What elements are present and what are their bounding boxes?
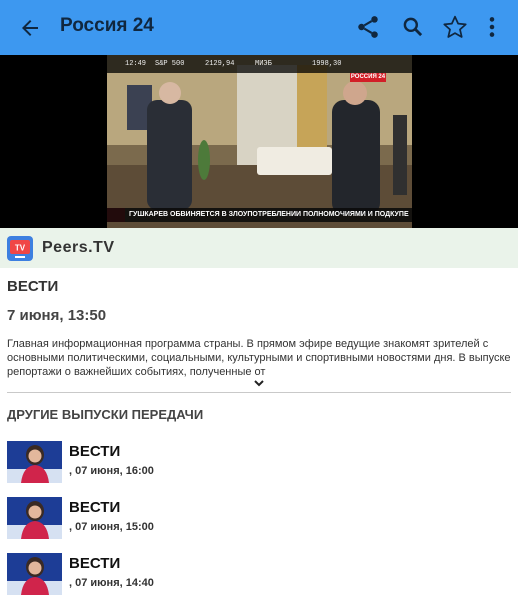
logo-text: TV xyxy=(15,244,26,253)
other-episodes-heading: ДРУГИЕ ВЫПУСКИ ПЕРЕДАЧИ xyxy=(7,407,204,422)
episode-item[interactable]: ВЕСТИ , 07 июня, 16:00 xyxy=(7,441,512,485)
ticker-item: 1998,30 xyxy=(312,60,342,68)
ticker-time: 12:49 xyxy=(125,60,147,68)
episode-thumbnail xyxy=(7,441,62,483)
episode-title: ВЕСТИ xyxy=(69,499,121,516)
video-caption: ГУШКАРЕВ ОБВИНЯЕТСЯ В ЗЛОУПОТРЕБЛЕНИИ ПО… xyxy=(107,208,412,222)
ticker-item: МИЭБ xyxy=(255,60,272,68)
back-arrow-icon[interactable] xyxy=(18,16,42,40)
episode-time: , 07 июня, 14:40 xyxy=(69,577,154,589)
peers-tv-logo-icon: TV xyxy=(7,236,33,261)
star-icon[interactable] xyxy=(442,14,468,40)
channel-logo-overlay: РОССИЯ 24 xyxy=(350,73,386,82)
episode-time: , 07 июня, 15:00 xyxy=(69,521,154,533)
ticker-item: S&P 500 xyxy=(155,60,185,68)
episode-item[interactable]: ВЕСТИ , 07 июня, 14:40 xyxy=(7,553,512,597)
episode-item[interactable]: ВЕСТИ , 07 июня, 15:00 xyxy=(7,497,512,541)
video-ticker: 12:49 S&P 500 2129,94 МИЭБ 1998,30 xyxy=(107,55,412,73)
episode-thumbnail xyxy=(7,553,62,595)
ticker-item: 2129,94 xyxy=(205,60,235,68)
episode-time: , 07 июня, 16:00 xyxy=(69,465,154,477)
video-player[interactable]: 12:49 S&P 500 2129,94 МИЭБ 1998,30 РОССИ… xyxy=(107,55,412,228)
channel-title: Россия 24 xyxy=(60,15,154,36)
episode-title: ВЕСТИ xyxy=(69,443,121,460)
search-icon[interactable] xyxy=(400,14,426,40)
more-vert-icon[interactable] xyxy=(479,14,505,40)
program-date: 7 июня, 13:50 xyxy=(7,307,107,324)
program-description: Главная информационная программа страны.… xyxy=(7,338,511,378)
divider xyxy=(7,392,511,393)
app-bar: Россия 24 xyxy=(0,0,518,55)
provider-name: Peers.TV xyxy=(42,239,115,256)
episode-title: ВЕСТИ xyxy=(69,555,121,572)
chevron-down-icon[interactable] xyxy=(253,378,265,388)
provider-bar[interactable]: TV Peers.TV xyxy=(0,228,518,268)
program-title: ВЕСТИ xyxy=(7,278,59,295)
episode-thumbnail xyxy=(7,497,62,539)
share-icon[interactable] xyxy=(355,14,381,40)
